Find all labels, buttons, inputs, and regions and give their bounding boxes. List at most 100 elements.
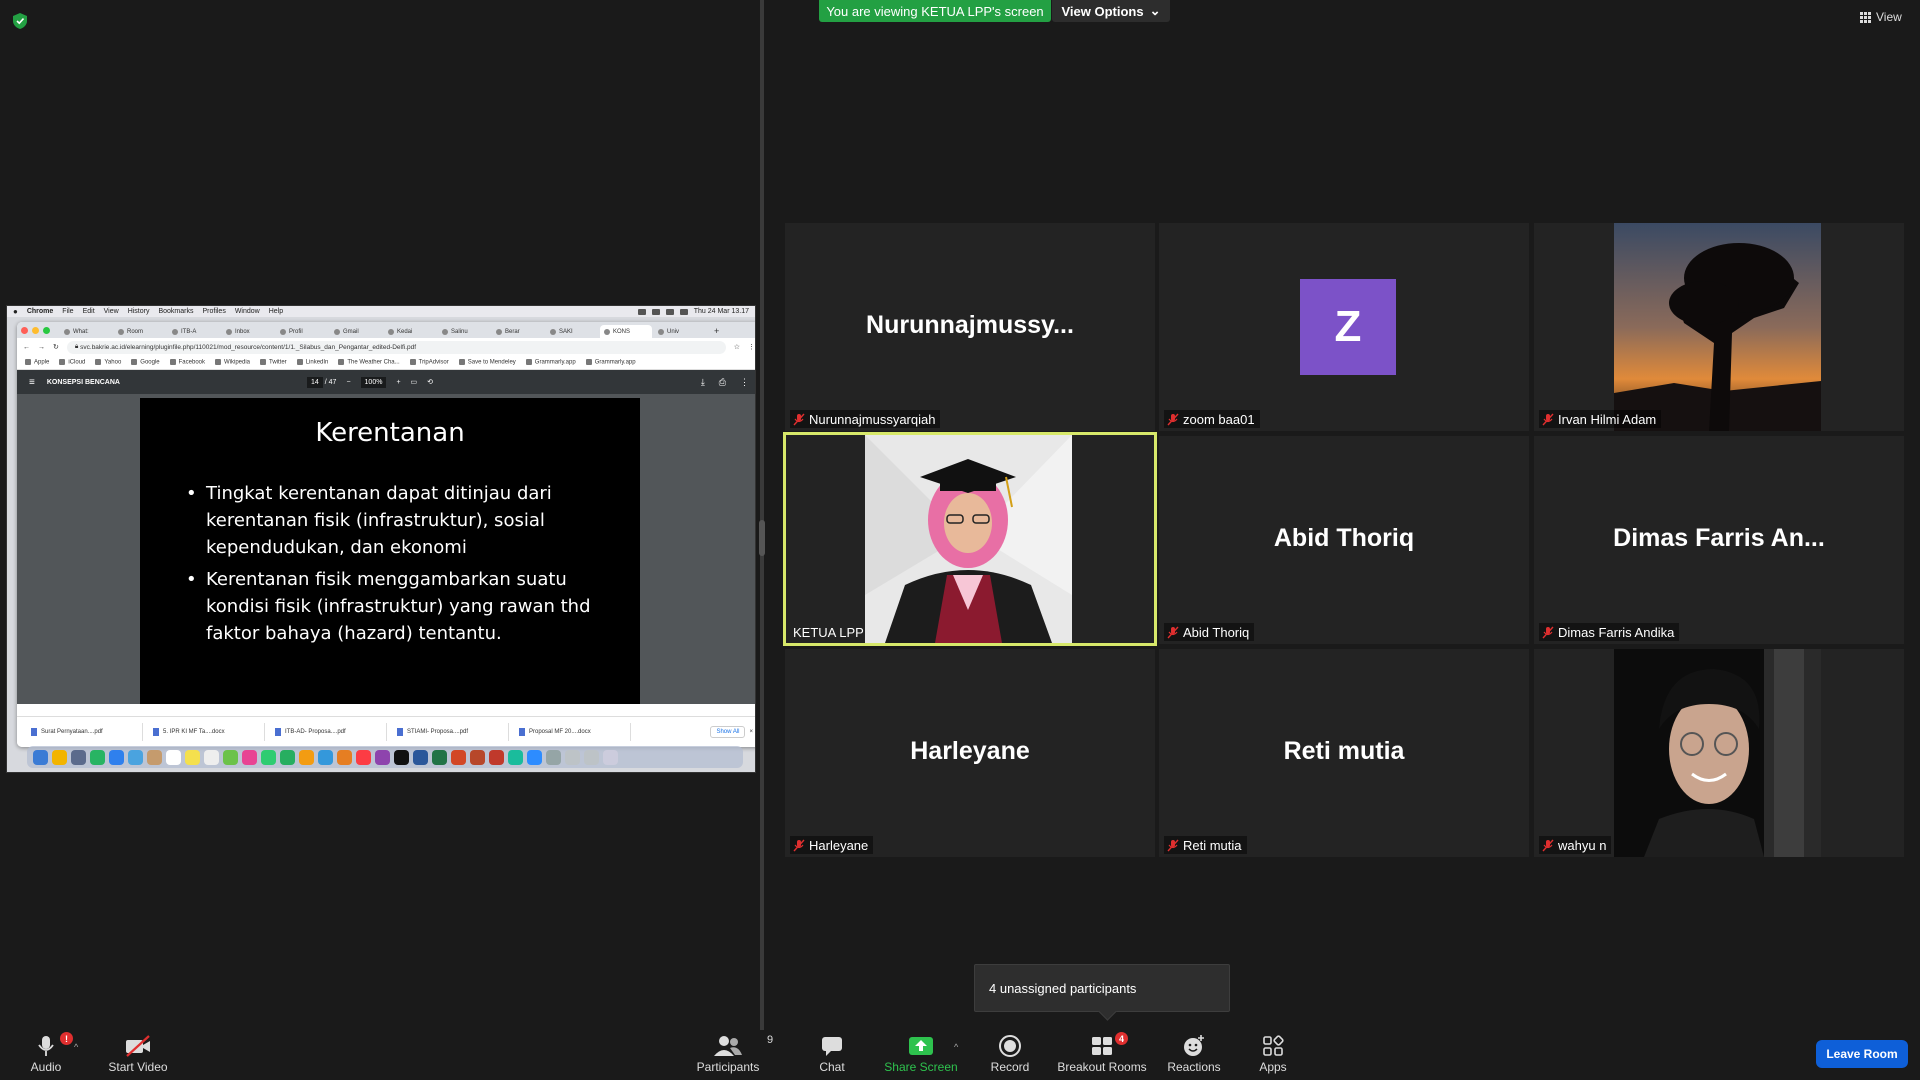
excel-icon <box>432 749 447 765</box>
favicon-icon <box>496 328 502 335</box>
video-feed-sunset-tree <box>1614 223 1821 431</box>
messages-icon <box>261 749 276 765</box>
bookmark-item: Save to Mendeley <box>459 359 516 366</box>
favicon-icon <box>226 328 232 335</box>
share-screen-icon <box>909 1037 933 1055</box>
macos-dock <box>27 746 743 768</box>
share-options-caret-icon[interactable]: ^ <box>954 1042 958 1052</box>
video-tile[interactable]: Dimas Farris An... Dimas Farris Andika <box>1534 436 1904 644</box>
menu-help: Help <box>268 308 284 315</box>
mail-icon <box>128 749 143 765</box>
favicon-icon <box>442 328 448 335</box>
forward-icon: → <box>38 343 45 351</box>
video-tile[interactable]: Reti mutia Reti mutia <box>1159 649 1529 857</box>
download-item: 5. IPR KI MF Ta....docx <box>147 723 265 741</box>
browser-tab: Kedai <box>384 325 436 338</box>
menu-file: File <box>62 308 74 315</box>
favicon-icon <box>64 328 70 335</box>
more-icon: ⋮ <box>740 376 749 387</box>
video-feed-smiling-person <box>1614 649 1821 857</box>
video-tile-active-speaker[interactable]: KETUA LPP <box>783 432 1157 646</box>
leave-room-button[interactable]: Leave Room <box>1816 1040 1908 1068</box>
video-tile[interactable]: Irvan Hilmi Adam <box>1534 223 1904 431</box>
muted-mic-icon <box>1542 413 1554 425</box>
macos-menubar: ● Chrome File Edit View History Bookmark… <box>7 306 755 317</box>
participants-button[interactable]: 9 Participants <box>690 1030 773 1080</box>
favicon-icon <box>388 328 394 335</box>
favicon-icon <box>334 328 340 335</box>
apps-label: Apps <box>1259 1060 1287 1074</box>
download-item: STIAMI- Proposa....pdf <box>391 723 509 741</box>
browser-tab: ITB-A <box>168 325 220 338</box>
shared-screen-pane: ● Chrome File Edit View History Bookmark… <box>0 0 760 1030</box>
split-divider[interactable] <box>760 0 764 1030</box>
download-icon: ⤓ <box>700 376 705 387</box>
browser-tab-label: What: <box>73 328 89 335</box>
start-video-label: Start Video <box>108 1060 168 1074</box>
video-tile[interactable]: Abid Thoriq Abid Thoriq <box>1159 436 1529 644</box>
file-icon <box>153 728 159 736</box>
breakout-rooms-badge: 4 <box>1115 1032 1128 1045</box>
breakout-rooms-button[interactable]: 4 Breakout Rooms <box>1056 1030 1148 1080</box>
video-tile[interactable]: Z zoom baa01 <box>1159 223 1529 431</box>
participant-avatar: Z <box>1300 279 1396 375</box>
video-tile[interactable]: wahyu n <box>1534 649 1904 857</box>
reactions-button[interactable]: Reactions <box>1164 1030 1224 1080</box>
view-button[interactable]: View <box>1860 10 1902 24</box>
menu-hamburger-icon: ≡ <box>29 376 35 388</box>
office-icon <box>470 749 485 765</box>
mendeley-icon <box>489 749 504 765</box>
reactions-label: Reactions <box>1167 1060 1221 1074</box>
chrome-icon <box>52 749 67 765</box>
encryption-shield-icon[interactable] <box>13 13 27 29</box>
launchpad-icon <box>71 749 86 765</box>
audio-button[interactable]: ! Audio <box>24 1030 73 1080</box>
bookmark-item: iCloud <box>59 359 85 366</box>
unassigned-participants-popup[interactable]: 4 unassigned participants <box>974 964 1230 1012</box>
notes-icon <box>185 749 200 765</box>
split-divider-handle[interactable] <box>759 520 765 556</box>
video-tile[interactable]: Nurunnajmussy... Nurunnajmussyarqiah <box>785 223 1155 431</box>
favicon-icon <box>658 328 664 335</box>
view-options-button[interactable]: View Options ⌄ <box>1052 0 1170 22</box>
audio-options-caret-icon[interactable]: ^ <box>74 1042 78 1052</box>
bookmark-item: The Weather Cha... <box>338 359 399 366</box>
pages-icon <box>299 749 314 765</box>
minimize-window-icon <box>32 326 39 334</box>
share-screen-button[interactable]: Share Screen <box>882 1030 960 1080</box>
chat-label: Chat <box>819 1060 845 1074</box>
start-video-button[interactable]: Start Video <box>105 1030 171 1080</box>
muted-mic-icon <box>1167 626 1179 638</box>
view-label: View <box>1876 10 1902 24</box>
participant-nametag: Reti mutia <box>1164 836 1247 854</box>
record-button[interactable]: Record <box>986 1030 1034 1080</box>
participant-name: Reti mutia <box>1183 837 1242 853</box>
video-tile[interactable]: Harleyane Harleyane <box>785 649 1155 857</box>
browser-tab-bar: What: Room ITB-A Inbox Profil Gmail Keda… <box>17 322 755 338</box>
fit-page-icon: ▭ <box>410 379 418 386</box>
reminders-icon <box>204 749 219 765</box>
browser-tab: Gmail <box>330 325 382 338</box>
menu-window: Window <box>234 308 260 315</box>
extensions-icon: ⋮ <box>748 344 755 351</box>
participant-nametag: Harleyane <box>790 836 874 854</box>
participant-display-name: Reti mutia <box>1283 737 1405 765</box>
apps-button[interactable]: Apps <box>1254 1030 1292 1080</box>
muted-mic-icon <box>793 413 805 425</box>
file-icon <box>31 728 37 736</box>
participant-nametag: KETUA LPP <box>790 623 869 641</box>
url-text: svc.bakrie.ac.id/elearning/pluginfile.ph… <box>80 343 417 351</box>
clock: Thu 24 Mar 13.17 <box>693 308 749 315</box>
browser-tab-label: SAKI <box>559 328 573 335</box>
finder-icon <box>33 749 48 765</box>
participant-display-name: Harleyane <box>910 737 1030 765</box>
video-off-icon <box>126 1035 150 1057</box>
music-icon <box>356 749 371 765</box>
presentation-slide: Kerentanan Tingkat kerentanan dapat diti… <box>140 398 640 704</box>
share-screen-label: Share Screen <box>884 1060 958 1074</box>
url-field: 🔒︎ svc.bakrie.ac.id/elearning/pluginfile… <box>66 340 726 354</box>
chat-button[interactable]: Chat <box>810 1030 854 1080</box>
menu-chrome: Chrome <box>26 308 54 315</box>
show-all-downloads: Show All <box>710 726 746 738</box>
pdf-page-total: / 47 <box>324 378 337 386</box>
